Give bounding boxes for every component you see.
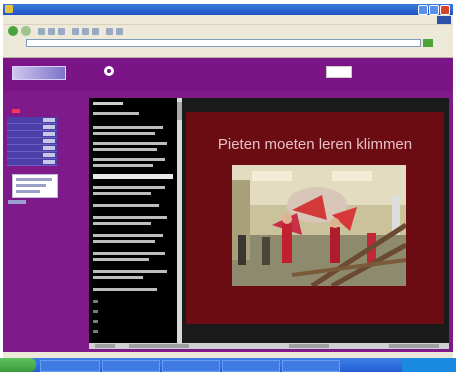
close-button[interactable] [440, 5, 450, 15]
list-item[interactable] [93, 276, 143, 279]
print-icon[interactable] [116, 28, 123, 35]
list-item[interactable] [93, 102, 123, 105]
list-item[interactable] [93, 310, 98, 313]
back-arrow-icon[interactable] [8, 26, 18, 36]
list-item[interactable] [93, 258, 149, 261]
address-input[interactable] [26, 39, 421, 47]
browser-toolbar [3, 24, 453, 39]
maximize-button[interactable] [429, 5, 439, 15]
mail-icon[interactable] [106, 28, 113, 35]
taskbar-item[interactable] [162, 360, 220, 372]
list-item[interactable] [93, 216, 167, 219]
list-item[interactable] [93, 192, 151, 195]
forward-arrow-icon[interactable] [21, 26, 31, 36]
list-item[interactable] [93, 240, 155, 243]
taskbar-item[interactable] [222, 360, 280, 372]
system-tray [402, 358, 456, 372]
slide-list [89, 98, 177, 348]
list-item[interactable] [93, 186, 165, 189]
links-bar [3, 49, 453, 58]
list-item[interactable] [93, 330, 98, 333]
list-item[interactable] [93, 252, 165, 255]
favorites-icon[interactable] [82, 28, 89, 35]
sidebar-item[interactable] [7, 145, 57, 152]
window-titlebar[interactable] [3, 4, 453, 15]
list-item[interactable] [93, 112, 139, 115]
list-item[interactable] [93, 164, 153, 167]
list-item[interactable] [93, 126, 163, 129]
taskbar-item[interactable] [282, 360, 340, 372]
slide-photo [232, 165, 406, 286]
sidebar-item[interactable] [7, 152, 57, 159]
list-item[interactable] [93, 222, 151, 225]
sidebar-item[interactable] [7, 131, 57, 138]
list-item[interactable] [93, 288, 157, 291]
home-icon[interactable] [58, 28, 65, 35]
list-item[interactable] [93, 148, 157, 151]
site-logo[interactable] [12, 66, 66, 80]
sidebar-info-box [12, 174, 58, 198]
history-icon[interactable] [92, 28, 99, 35]
list-item[interactable] [93, 142, 167, 145]
page-header [3, 58, 453, 91]
refresh-icon[interactable] [48, 28, 55, 35]
stop-icon[interactable] [38, 28, 45, 35]
sidebar-item[interactable] [7, 117, 57, 124]
taskbar-item[interactable] [40, 360, 100, 372]
list-item[interactable] [93, 204, 159, 207]
sidebar-link[interactable] [8, 200, 26, 204]
sidebar-item[interactable] [7, 159, 57, 166]
speaker-icon [104, 66, 114, 76]
taskbar-item[interactable] [102, 360, 160, 372]
start-button[interactable] [0, 358, 36, 372]
minimize-button[interactable] [418, 5, 428, 15]
menu-bar[interactable] [3, 15, 453, 24]
list-item[interactable] [93, 158, 165, 161]
list-item[interactable] [93, 300, 98, 303]
list-item-selected[interactable] [93, 174, 173, 179]
sidebar-item[interactable] [7, 138, 57, 145]
list-item[interactable] [93, 320, 98, 323]
list-item[interactable] [93, 270, 167, 273]
slide-title: Pieten moeten leren klimmen [217, 136, 413, 153]
sidebar-marker [12, 109, 20, 113]
go-button[interactable] [423, 39, 433, 47]
browser-app-icon [5, 5, 13, 13]
header-button[interactable] [326, 66, 352, 78]
sidebar-item[interactable] [7, 124, 57, 131]
list-item[interactable] [93, 234, 163, 237]
search-icon[interactable] [72, 28, 79, 35]
player-controls[interactable] [89, 343, 449, 349]
list-item[interactable] [93, 132, 155, 135]
